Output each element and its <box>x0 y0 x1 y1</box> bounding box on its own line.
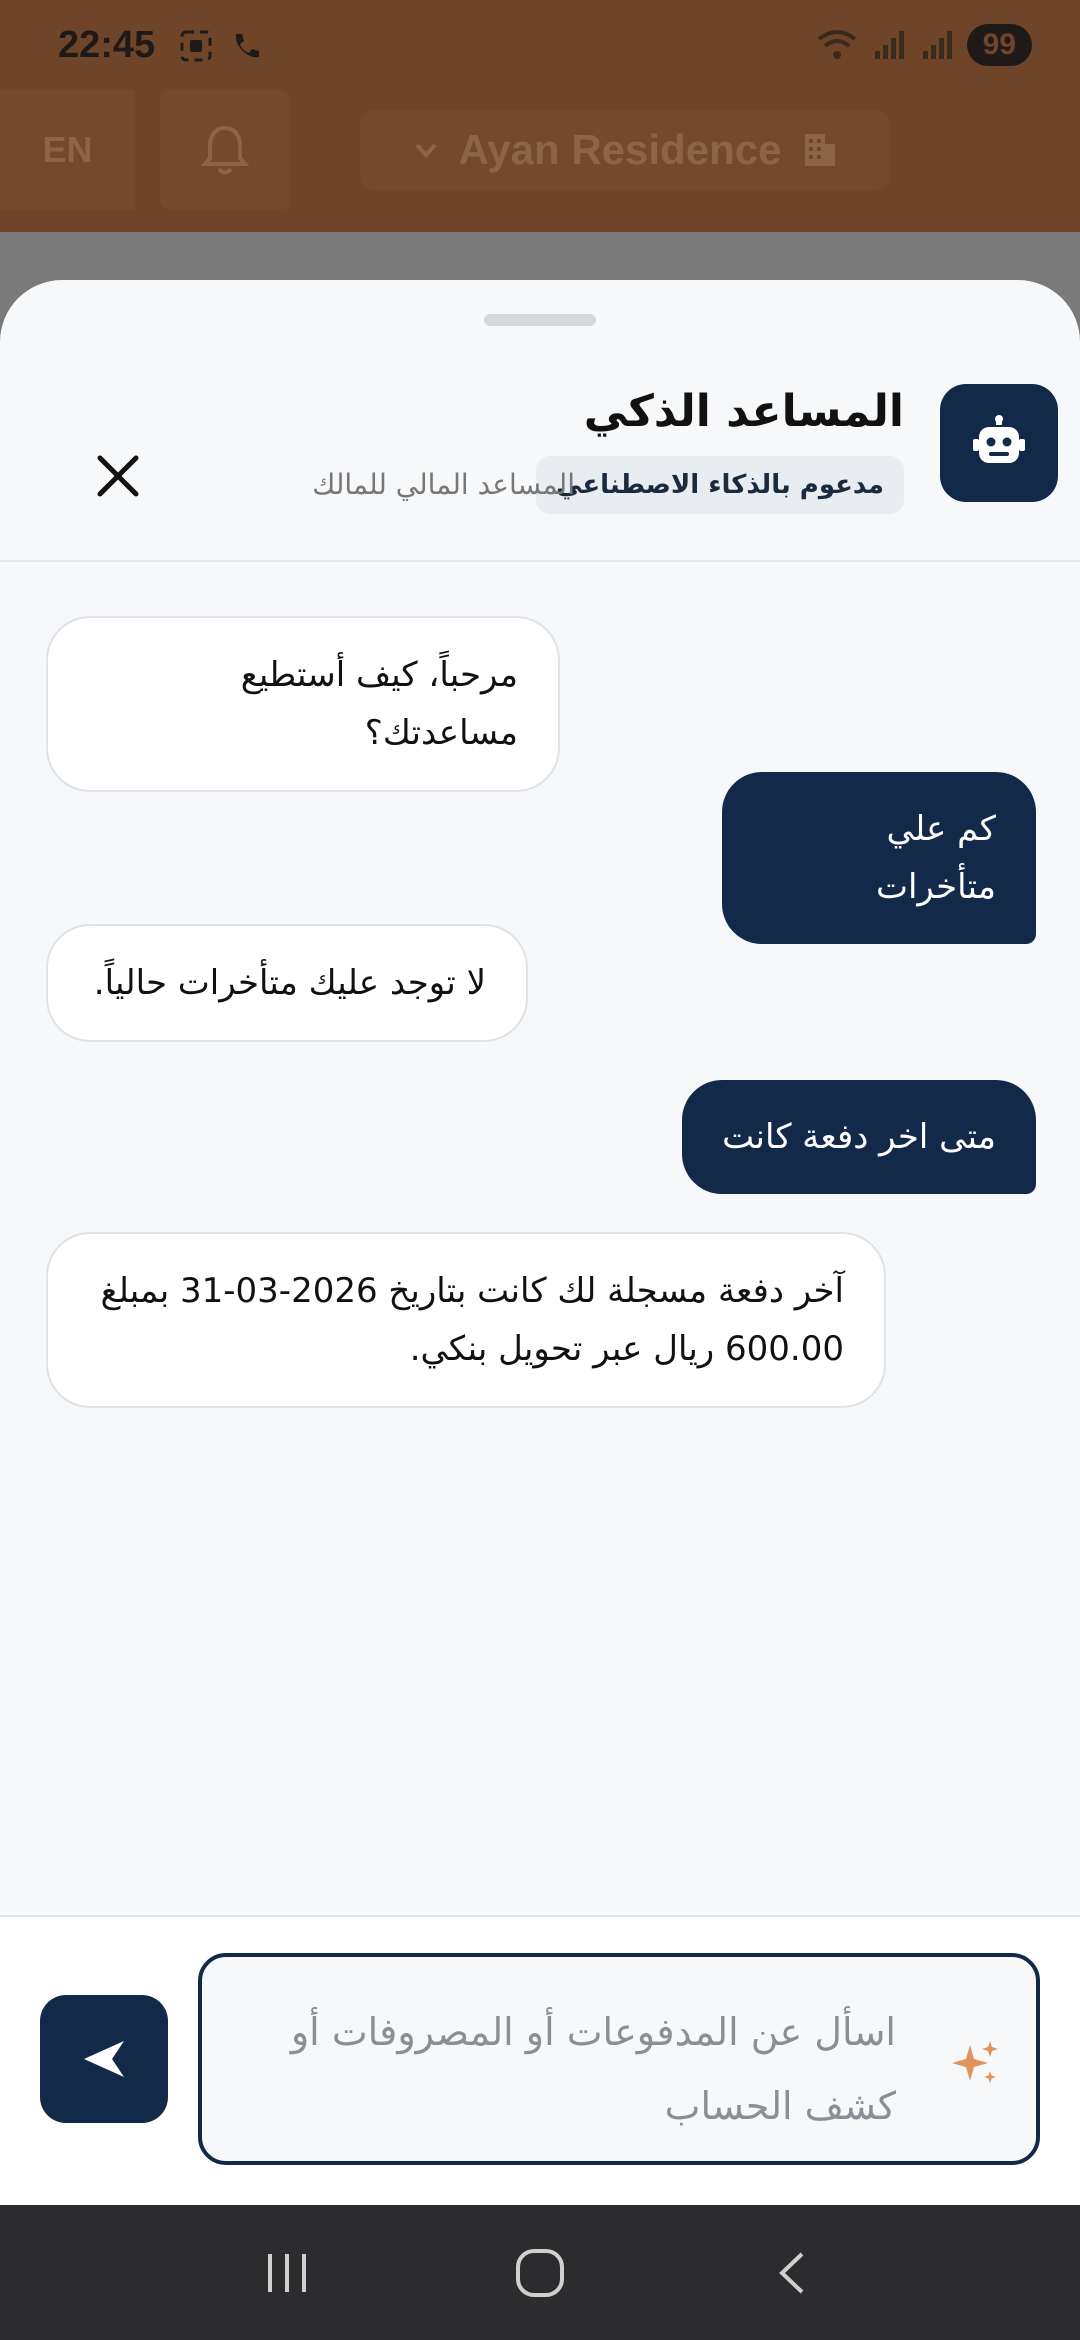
message-list: مرحباً، كيف أستطيع مساعدتك؟ كم علي متأخر… <box>0 562 1080 1862</box>
language-button[interactable]: EN <box>0 90 135 210</box>
chat-title: المساعد الذكي <box>583 386 904 437</box>
signal-icon <box>874 31 904 59</box>
status-time: 22:45 <box>58 24 156 66</box>
back-button[interactable] <box>733 2223 853 2323</box>
app-header: EN Ayan Residence <box>0 90 1080 220</box>
chevron-down-icon <box>415 143 437 158</box>
composer: اسأل عن المدفوعات أو المصروفات أو كشف ال… <box>0 1915 1080 2205</box>
sparkle-icon <box>952 2041 998 2083</box>
user-message: متى اخر دفعة كانت <box>682 1080 1036 1194</box>
message-input-placeholder: اسأل عن المدفوعات أو المصروفات أو كشف ال… <box>290 2010 896 2128</box>
notifications-button[interactable] <box>160 90 290 210</box>
ai-badge: مدعوم بالذكاء الاصطناعي <box>536 456 904 514</box>
bot-message: آخر دفعة مسجلة لك كانت بتاريخ 2026-03-31… <box>46 1232 886 1408</box>
status-bar: 22:45 99 <box>0 0 1080 95</box>
send-button[interactable] <box>40 1995 168 2123</box>
status-icons-right: 99 <box>815 24 1032 66</box>
back-icon <box>779 2252 804 2293</box>
close-icon <box>97 455 139 497</box>
bell-icon <box>200 125 250 175</box>
recent-apps-button[interactable] <box>227 2223 347 2323</box>
drag-handle[interactable] <box>484 314 596 326</box>
status-icons-left <box>178 28 264 64</box>
robot-icon <box>973 415 1025 463</box>
property-selector[interactable]: Ayan Residence <box>360 110 890 190</box>
bot-message: مرحباً، كيف أستطيع مساعدتك؟ <box>46 616 560 792</box>
screenshot-icon <box>180 30 212 62</box>
recent-apps-icon <box>267 2253 306 2292</box>
assistant-sheet: المساعد الذكي مدعوم بالذكاء الاصطناعي ال… <box>0 280 1080 2205</box>
signal-icon-secondary <box>922 31 952 59</box>
wifi-icon <box>817 30 856 59</box>
building-icon <box>805 134 836 166</box>
close-button[interactable] <box>82 440 154 512</box>
battery-indicator: 99 <box>966 24 1032 66</box>
chat-subtitle: المساعد المالي للمالك <box>312 468 575 501</box>
home-icon <box>515 2248 564 2297</box>
send-icon <box>84 2041 124 2077</box>
chat-header: المساعد الذكي مدعوم بالذكاء الاصطناعي ال… <box>0 340 1080 562</box>
bot-avatar <box>940 384 1058 502</box>
system-navigation-bar <box>0 2205 1080 2340</box>
home-button[interactable] <box>480 2223 600 2323</box>
call-icon <box>235 34 259 58</box>
user-message: كم علي متأخرات <box>722 772 1036 944</box>
message-input[interactable]: اسأل عن المدفوعات أو المصروفات أو كشف ال… <box>198 1953 1040 2165</box>
bot-message: لا توجد عليك متأخرات حالياً. <box>46 924 528 1042</box>
property-name: Ayan Residence <box>458 126 782 173</box>
